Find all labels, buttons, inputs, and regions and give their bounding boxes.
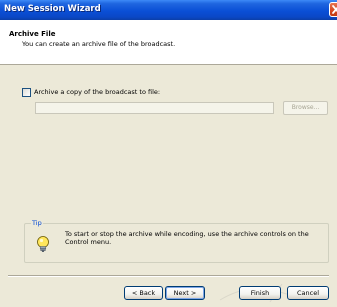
tip-group: Tip To start or stop the archive while e… <box>24 219 329 263</box>
tip-text: To start or stop the archive while encod… <box>65 230 309 246</box>
back-button[interactable]: < Back <box>124 286 163 300</box>
tip-legend: Tip <box>31 219 43 227</box>
footer-divider <box>8 275 329 277</box>
next-button[interactable]: Next > <box>165 286 205 300</box>
cancel-button[interactable]: Cancel <box>287 286 329 300</box>
wizard-header: Archive File You can create an archive f… <box>0 20 337 65</box>
window-title: New Session Wizard <box>4 4 101 14</box>
finish-button[interactable]: Finish <box>239 286 281 300</box>
archive-file-path-input[interactable] <box>35 102 274 114</box>
close-icon <box>332 5 337 14</box>
page-subtitle: You can create an archive file of the br… <box>22 40 176 48</box>
title-bar[interactable]: New Session Wizard <box>0 0 337 20</box>
archive-checkbox-label[interactable]: Archive a copy of the broadcast to file: <box>34 88 160 96</box>
close-button[interactable] <box>329 2 337 17</box>
lightbulb-icon <box>37 236 49 252</box>
archive-checkbox[interactable] <box>22 88 31 97</box>
page-title: Archive File <box>9 30 56 38</box>
browse-button[interactable]: Browse... <box>283 101 328 115</box>
